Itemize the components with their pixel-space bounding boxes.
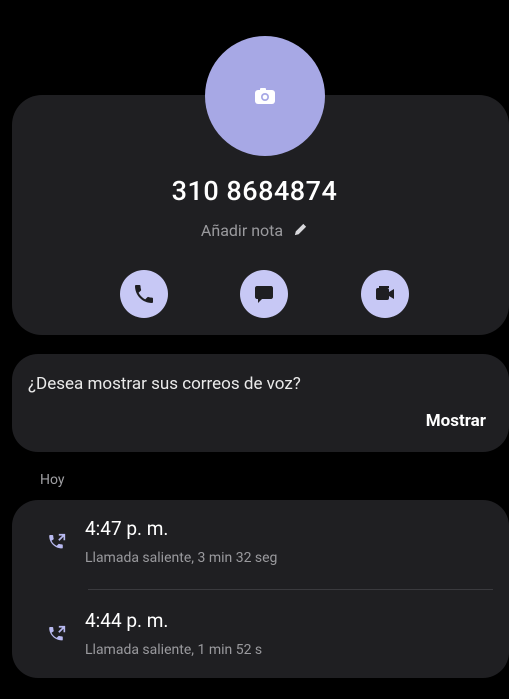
outgoing-call-icon xyxy=(49,625,66,641)
chat-bubble-icon xyxy=(255,286,273,303)
call-button[interactable] xyxy=(120,270,168,318)
contact-actions xyxy=(0,270,509,318)
message-button[interactable] xyxy=(240,270,288,318)
call-detail: Llamada saliente, 1 min 52 s xyxy=(85,642,263,658)
video-camera-icon xyxy=(376,286,394,300)
row-divider xyxy=(88,589,493,590)
contact-number: 310 8684874 xyxy=(171,175,338,207)
section-label-today: Hoy xyxy=(40,472,65,488)
pencil-icon xyxy=(293,222,308,241)
outgoing-call-icon xyxy=(49,533,66,549)
call-time: 4:44 p. m. xyxy=(85,609,169,632)
video-call-button[interactable] xyxy=(361,270,409,318)
call-history-row[interactable]: 4:47 p. m. Llamada saliente, 3 min 32 se… xyxy=(12,512,509,592)
add-note-link[interactable]: Añadir nota xyxy=(0,221,509,241)
contact-detail-screen: 310 8684874 Añadir nota ¿Desea mostrar s… xyxy=(0,0,509,699)
call-history-row[interactable]: 4:44 p. m. Llamada saliente, 1 min 52 s xyxy=(12,604,509,684)
camera-icon xyxy=(255,88,275,104)
show-voicemail-button[interactable]: Mostrar xyxy=(426,411,486,431)
voicemail-question: ¿Desea mostrar sus correos de voz? xyxy=(28,374,301,394)
phone-icon xyxy=(135,285,153,303)
call-detail: Llamada saliente, 3 min 32 seg xyxy=(85,550,278,566)
voicemail-card xyxy=(12,354,509,452)
contact-avatar[interactable] xyxy=(205,36,325,156)
call-time: 4:47 p. m. xyxy=(85,517,169,540)
add-note-label: Añadir nota xyxy=(200,221,284,240)
